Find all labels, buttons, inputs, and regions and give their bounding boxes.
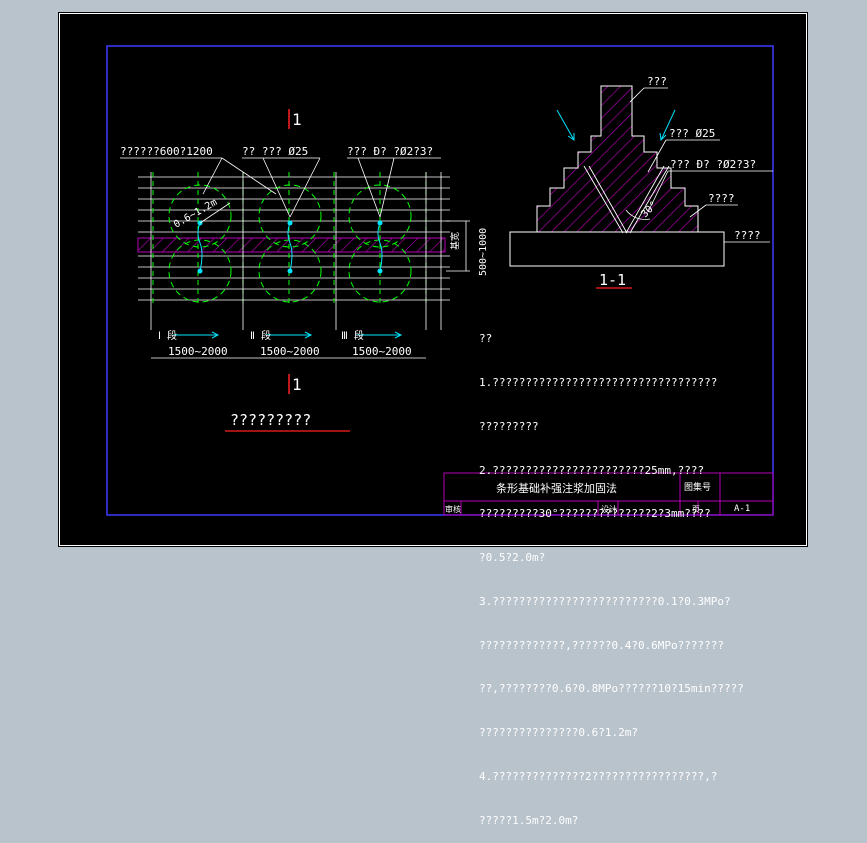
segment-3-name: Ⅲ 段: [341, 329, 364, 342]
notes-line: 3.?????????????????????????0.1?0.3MPo?: [479, 594, 731, 608]
notes-line: ?????????: [479, 419, 539, 433]
base-slab: [509, 231, 725, 267]
leader-grout-hole-label: ??? Ð? ?Ø2?3?: [347, 145, 433, 158]
leader-spacing-label: ??????600?1200: [120, 145, 213, 158]
width-dim-value: 500~1000: [478, 228, 489, 276]
section-label-pipe: ??? Ø25: [669, 127, 715, 140]
plan-caption: ?????????: [230, 411, 311, 429]
notes-line: 2.???????????????????????25mm,????: [479, 463, 705, 477]
segment-1-name: Ⅰ 段: [158, 329, 177, 342]
segment-1-range: 1500~2000: [168, 345, 228, 358]
notes-line: 4.??????????????2?????????????????,?: [479, 770, 718, 783]
drawing-sheet: 1 0.6~1.2m ??????600?1200 ?? ??? Ø25 ???…: [58, 12, 808, 827]
segment-3-range: 1500~2000: [352, 345, 412, 358]
section-label-slab: ????: [734, 229, 761, 242]
section-caption: 1-1: [599, 271, 626, 289]
width-dim-label: 基宽: [449, 232, 461, 250]
review-label: 审核: [445, 504, 461, 514]
segment-2-range: 1500~2000: [260, 345, 320, 358]
notes-line: ?????????30°??????????????2?3mm????: [479, 507, 711, 521]
notes-line: ??,????????0.6?0.8MPo??????10?15min?????: [479, 682, 744, 696]
notes-line: ?0.5?2.0m?: [479, 551, 546, 565]
section-mark-top: 1: [292, 110, 302, 129]
notes-line: ?????1.5m?2.0m?: [479, 813, 579, 827]
section-label-hole: ??? Ð? ?Ø2?3?: [670, 158, 756, 171]
section-label-footing: ????: [708, 192, 735, 205]
notes-line: ???????????????0.6?1.2m?: [479, 726, 638, 740]
leader-grout-pipe-label: ?? ??? Ø25: [242, 145, 308, 158]
notes-line: 1.??????????????????????????????????: [479, 375, 718, 389]
section-mark-bottom: 1: [292, 375, 302, 394]
section-view: 30° ??? ??? Ø25 ??? Ð? ?Ø2?3? ???? ???? …: [509, 75, 773, 289]
notes-heading: ??: [479, 332, 493, 346]
notes-line: ?????????????,??????0.4?0.6MPo???????: [479, 638, 725, 652]
segment-2-name: Ⅱ 段: [250, 329, 271, 342]
plan-view: 1 0.6~1.2m ??????600?1200 ?? ??? Ø25 ???…: [120, 109, 489, 432]
notes-block: ?? 1.?????????????????????????????????? …: [479, 303, 799, 843]
section-label-top: ???: [647, 75, 667, 88]
radius-label: 0.6~1.2m: [172, 197, 219, 231]
